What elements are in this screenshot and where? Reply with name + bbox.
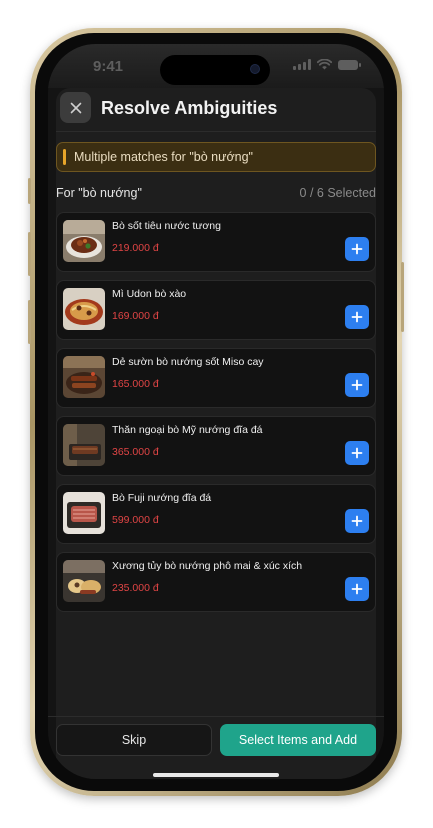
dish-thumbnail xyxy=(63,356,105,398)
add-item-button[interactable] xyxy=(345,577,369,601)
plus-icon xyxy=(351,243,363,255)
status-icons xyxy=(293,59,361,70)
warning-banner: Multiple matches for "bò nướng" xyxy=(56,142,376,172)
plus-icon xyxy=(351,379,363,391)
item-price: 165.000 đ xyxy=(112,378,159,390)
dish-thumbnail xyxy=(63,288,105,330)
sheet-title: Resolve Ambiguities xyxy=(101,98,278,118)
phone-screen: 9:41 Resolve Ambiguities Multiple matche… xyxy=(48,44,384,779)
select-items-and-add-button[interactable]: Select Items and Add xyxy=(220,724,376,756)
plus-icon xyxy=(351,515,363,527)
cellular-signal-icon xyxy=(293,59,311,70)
camera-icon xyxy=(250,64,260,74)
item-name: Dẻ sườn bò nướng sốt Miso cay xyxy=(112,356,264,368)
close-button[interactable] xyxy=(60,92,91,123)
menu-item-card[interactable]: Xương tủy bò nướng phô mai & xúc xích 23… xyxy=(56,552,376,612)
header-divider xyxy=(56,131,376,132)
resolve-ambiguities-sheet: Resolve Ambiguities Multiple matches for… xyxy=(48,88,384,779)
menu-item-card[interactable]: Bò Fuji nướng đĩa đá 599.000 đ xyxy=(56,484,376,544)
add-item-button[interactable] xyxy=(345,305,369,329)
dish-thumbnail xyxy=(63,492,105,534)
warning-banner-text: Multiple matches for "bò nướng" xyxy=(74,150,253,164)
plus-icon xyxy=(351,311,363,323)
footer-divider xyxy=(48,716,384,717)
dish-thumbnail xyxy=(63,424,105,466)
item-name: Bò Fuji nướng đĩa đá xyxy=(112,492,212,504)
wifi-icon xyxy=(317,59,332,70)
home-indicator[interactable] xyxy=(153,773,279,777)
item-price: 599.000 đ xyxy=(112,514,159,526)
warning-accent-bar xyxy=(63,149,66,165)
item-name: Xương tủy bò nướng phô mai & xúc xích xyxy=(112,560,303,572)
add-item-button[interactable] xyxy=(345,441,369,465)
dish-thumbnail xyxy=(63,220,105,262)
status-time: 9:41 xyxy=(93,58,124,75)
item-price: 219.000 đ xyxy=(112,242,159,254)
selected-count: 0 / 6 Selected xyxy=(299,186,376,200)
menu-item-card[interactable]: Thăn ngoại bò Mỹ nướng đĩa đá 365.000 đ xyxy=(56,416,376,476)
item-price: 365.000 đ xyxy=(112,446,159,458)
add-item-button[interactable] xyxy=(345,237,369,261)
item-name: Bò sốt tiêu nước tương xyxy=(112,220,221,232)
dish-thumbnail xyxy=(63,560,105,602)
menu-item-card[interactable]: Dẻ sườn bò nướng sốt Miso cay 165.000 đ xyxy=(56,348,376,408)
plus-icon xyxy=(351,447,363,459)
mute-switch xyxy=(28,178,31,204)
close-icon xyxy=(70,102,81,113)
search-term-label: For "bò nướng" xyxy=(56,186,142,200)
item-name: Mì Udon bò xào xyxy=(112,288,187,300)
skip-button[interactable]: Skip xyxy=(56,724,212,756)
battery-icon xyxy=(338,60,361,70)
menu-item-card[interactable]: Mì Udon bò xào 169.000 đ xyxy=(56,280,376,340)
add-item-button[interactable] xyxy=(345,373,369,397)
add-item-button[interactable] xyxy=(345,509,369,533)
item-price: 235.000 đ xyxy=(112,582,159,594)
item-name: Thăn ngoại bò Mỹ nướng đĩa đá xyxy=(112,424,263,436)
volume-up-button xyxy=(28,232,31,276)
plus-icon xyxy=(351,583,363,595)
power-button xyxy=(401,262,404,332)
item-price: 169.000 đ xyxy=(112,310,159,322)
status-bar: 9:41 xyxy=(48,44,384,88)
volume-down-button xyxy=(28,300,31,344)
menu-item-card[interactable]: Bò sốt tiêu nước tương 219.000 đ xyxy=(56,212,376,272)
